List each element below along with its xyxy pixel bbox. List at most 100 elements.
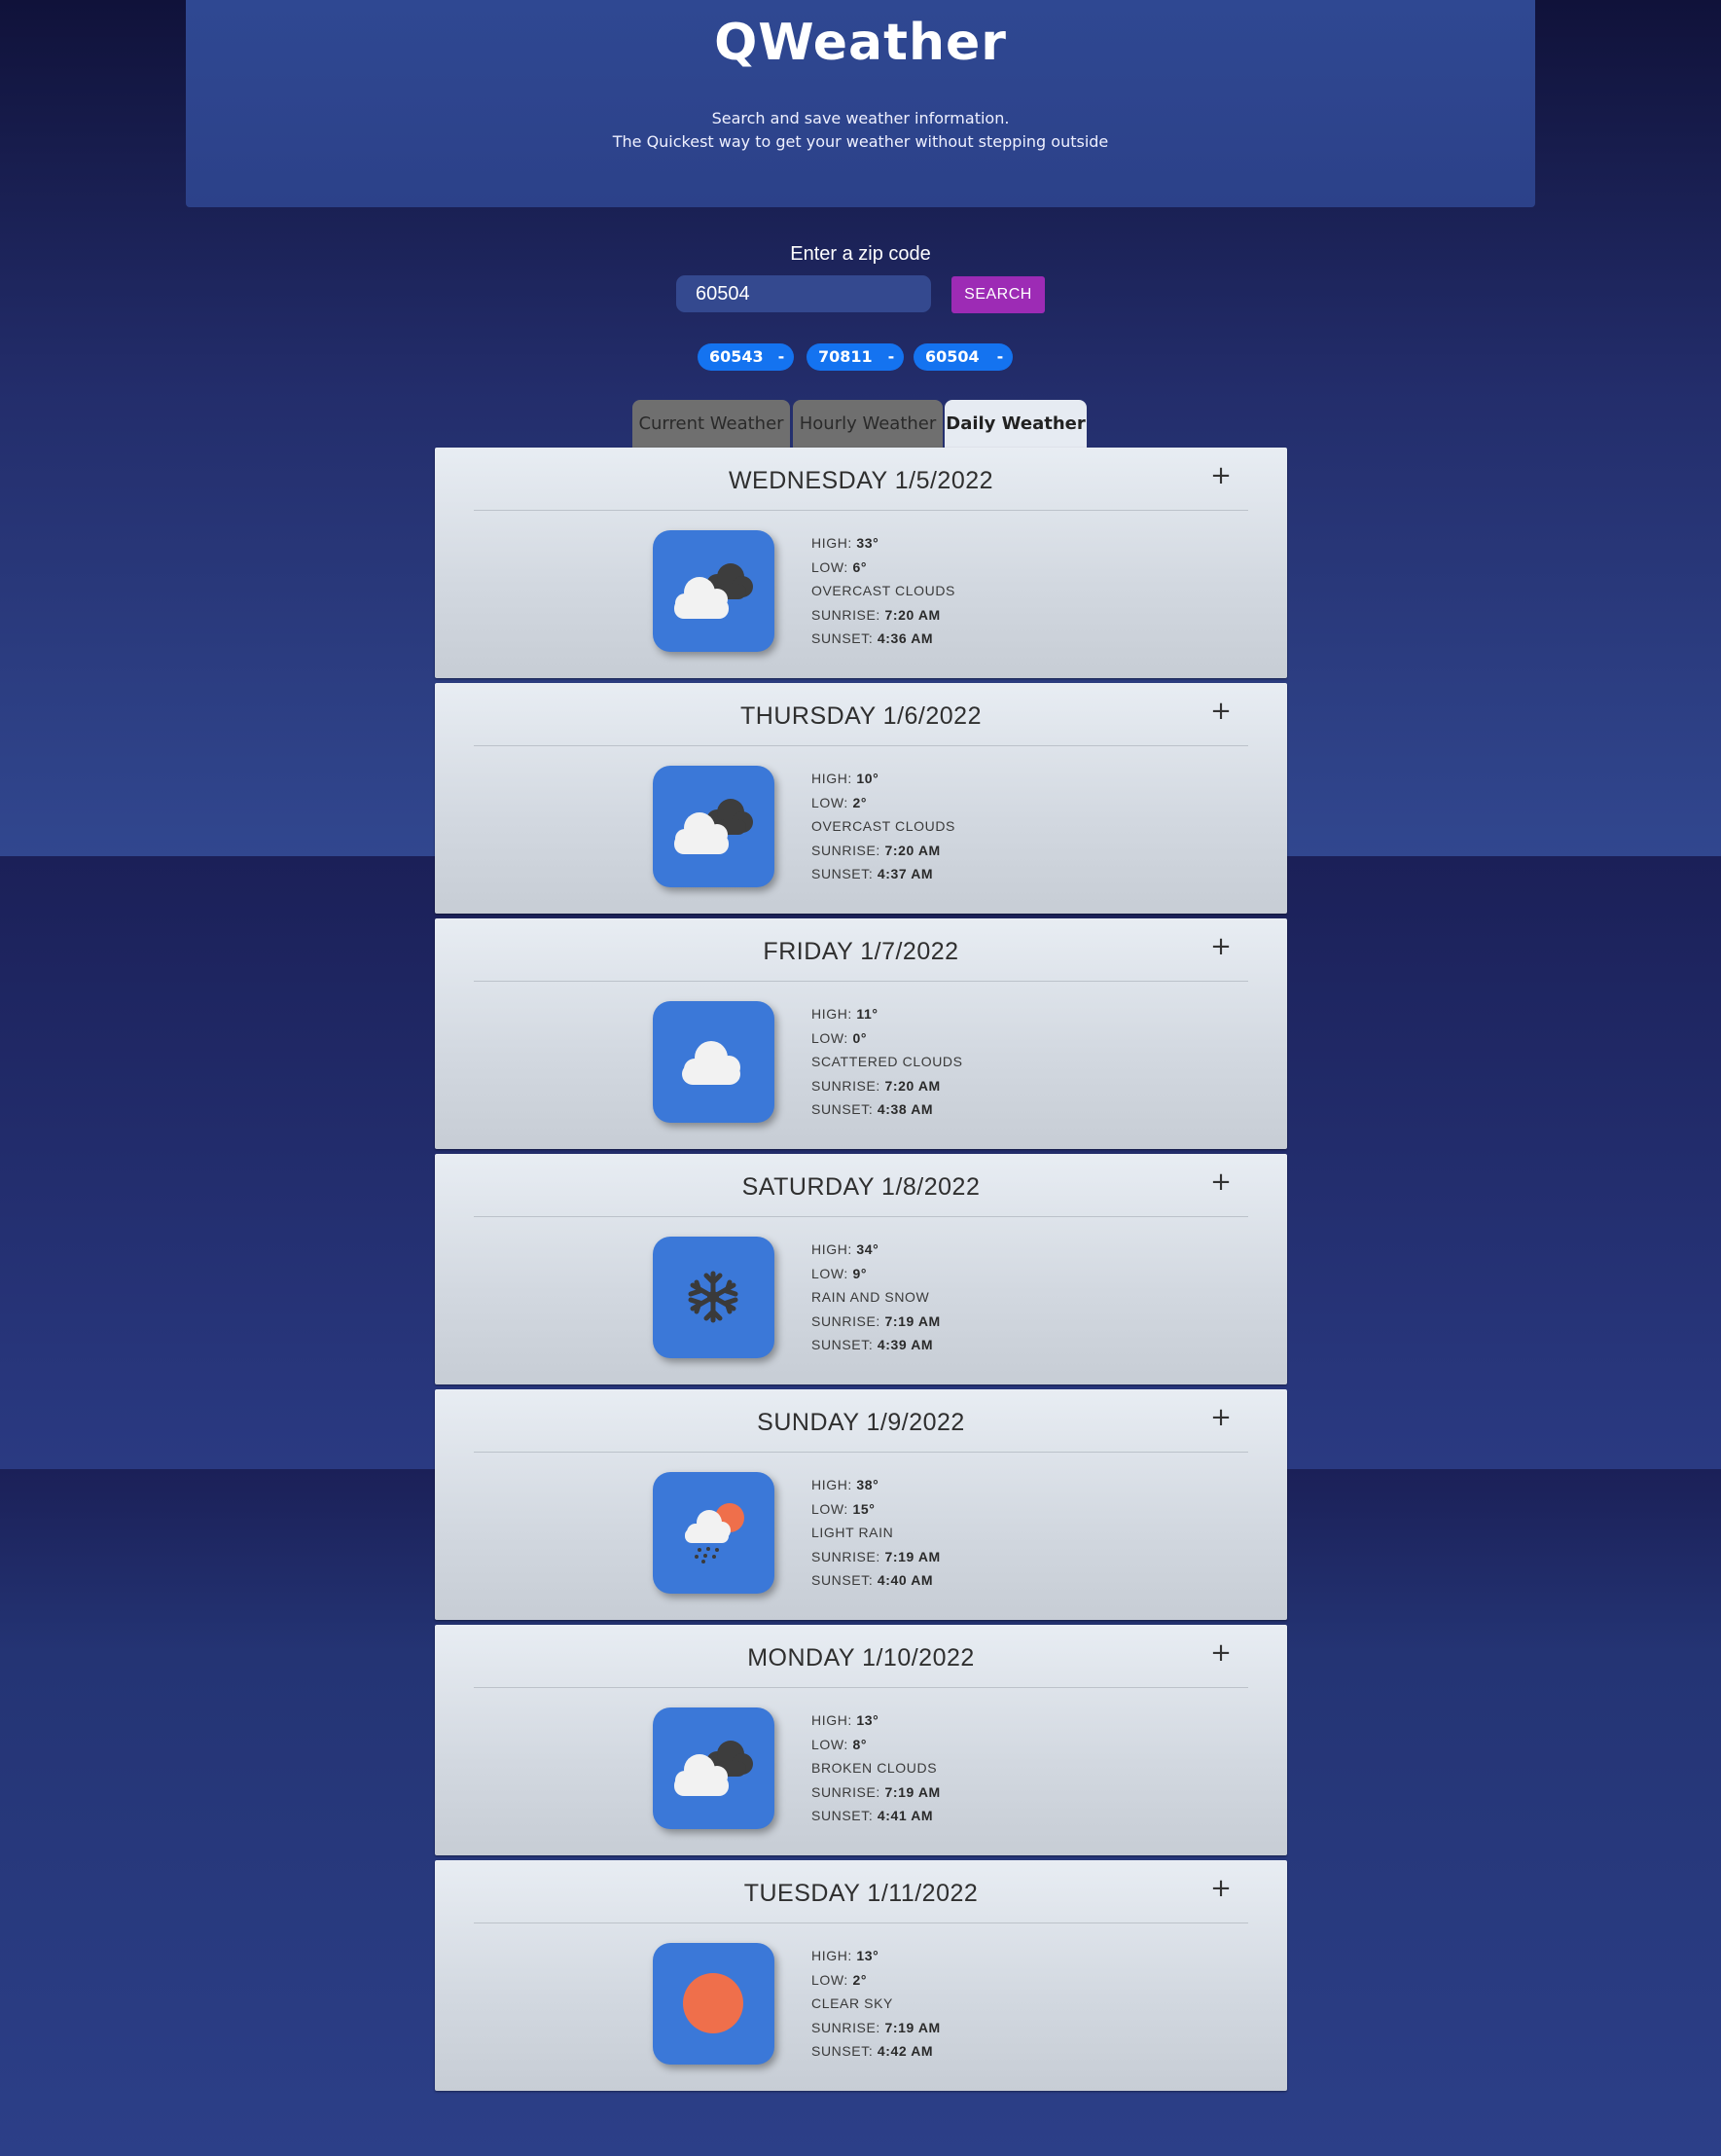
sunset-label: SUNSET:	[811, 1808, 874, 1823]
sunrise-time: 7:19 AM	[884, 1548, 941, 1564]
day-title: WEDNESDAY 1/5/2022	[728, 467, 994, 494]
expand-toggle-icon[interactable]: +	[1209, 461, 1233, 490]
clear-sky-sun-icon	[653, 1943, 774, 2065]
low-label: LOW:	[811, 558, 848, 575]
expand-toggle-icon[interactable]: +	[1209, 1168, 1233, 1197]
remove-zip-button[interactable]: -	[878, 343, 904, 371]
sunrise-time: 7:19 AM	[884, 1783, 941, 1800]
zip-code-label: Enter a zip code	[790, 243, 931, 265]
overcast-clouds-icon	[653, 766, 774, 887]
sunrise-label: SUNRISE:	[811, 1548, 880, 1564]
divider	[474, 1452, 1248, 1453]
sunset-label: SUNSET:	[811, 2043, 874, 2059]
divider	[474, 1216, 1248, 1217]
sunset-label: SUNSET:	[811, 866, 874, 881]
forecast-details: HIGH: 33° LOW: 6° OVERCAST CLOUDS SUNRIS…	[811, 531, 955, 651]
tab-daily-weather[interactable]: Daily Weather	[945, 400, 1087, 448]
high-label: HIGH:	[811, 1241, 852, 1257]
tagline-line-2: The Quickest way to get your weather wit…	[612, 132, 1109, 151]
low-temp: 8°	[852, 1736, 868, 1752]
high-temp: 11°	[856, 1006, 878, 1022]
low-temp: 2°	[852, 1971, 868, 1988]
high-label: HIGH:	[811, 771, 852, 786]
high-temp: 33°	[856, 535, 879, 551]
sunrise-time: 7:19 AM	[884, 2019, 941, 2035]
saved-zip-label[interactable]: 60543	[698, 343, 769, 371]
high-temp: 10°	[856, 771, 879, 786]
daily-forecast-card: MONDAY 1/10/2022 + HIGH: 13° LOW: 8° BRO…	[435, 1625, 1287, 1855]
tab-current-weather[interactable]: Current Weather	[632, 400, 790, 448]
forecast-details: HIGH: 10° LOW: 2° OVERCAST CLOUDS SUNRIS…	[811, 767, 955, 886]
high-temp: 34°	[856, 1241, 879, 1257]
saved-zip-pill[interactable]: 60543 -	[698, 343, 794, 371]
day-title: SATURDAY 1/8/2022	[741, 1173, 981, 1201]
low-temp: 0°	[852, 1029, 868, 1046]
low-label: LOW:	[811, 1736, 848, 1752]
sunrise-label: SUNRISE:	[811, 842, 880, 858]
expand-toggle-icon[interactable]: +	[1209, 697, 1233, 726]
sunset-time: 4:39 AM	[877, 1337, 934, 1352]
forecast-details: HIGH: 34° LOW: 9° RAIN AND SNOW SUNRISE:…	[811, 1238, 941, 1357]
sunrise-label: SUNRISE:	[811, 1783, 880, 1800]
forecast-details: HIGH: 38° LOW: 15° LIGHT RAIN SUNRISE: 7…	[811, 1473, 941, 1593]
sunrise-label: SUNRISE:	[811, 606, 880, 623]
expand-toggle-icon[interactable]: +	[1209, 1638, 1233, 1668]
sunrise-label: SUNRISE:	[811, 1312, 880, 1329]
day-title: TUESDAY 1/11/2022	[743, 1880, 979, 1907]
saved-zip-pill[interactable]: 60504 -	[914, 343, 1013, 371]
forecast-details: HIGH: 13° LOW: 2° CLEAR SKY SUNRISE: 7:1…	[811, 1944, 941, 2064]
daily-forecast-card: FRIDAY 1/7/2022 + HIGH: 11° LOW: 0° SCAT…	[435, 918, 1287, 1149]
low-label: LOW:	[811, 1971, 848, 1988]
weather-description: SCATTERED CLOUDS	[811, 1054, 963, 1069]
low-temp: 6°	[852, 558, 868, 575]
low-temp: 9°	[852, 1265, 868, 1281]
expand-toggle-icon[interactable]: +	[1209, 1874, 1233, 1903]
saved-zip-pill[interactable]: 70811 -	[807, 343, 904, 371]
daily-forecast-card: WEDNESDAY 1/5/2022 + HIGH: 33° LOW: 6° O…	[435, 448, 1287, 678]
app-title: QWeather	[714, 14, 1007, 72]
tagline-line-1: Search and save weather information.	[711, 109, 1010, 127]
day-title: MONDAY 1/10/2022	[747, 1644, 975, 1671]
day-title: SUNDAY 1/9/2022	[757, 1409, 965, 1436]
sunset-label: SUNSET:	[811, 1337, 874, 1352]
daily-forecast-card: TUESDAY 1/11/2022 + HIGH: 13° LOW: 2° CL…	[435, 1860, 1287, 2091]
sunrise-time: 7:20 AM	[884, 1077, 941, 1094]
sunrise-time: 7:19 AM	[884, 1312, 941, 1329]
weather-description: OVERCAST CLOUDS	[811, 583, 955, 598]
search-button[interactable]: SEARCH	[951, 276, 1045, 313]
forecast-details: HIGH: 13° LOW: 8° BROKEN CLOUDS SUNRISE:…	[811, 1708, 941, 1828]
high-label: HIGH:	[811, 1477, 852, 1492]
weather-description: CLEAR SKY	[811, 1995, 893, 2011]
high-temp: 13°	[856, 1712, 879, 1728]
sunset-time: 4:36 AM	[877, 630, 934, 646]
divider	[474, 510, 1248, 511]
sunset-time: 4:38 AM	[877, 1101, 934, 1117]
zip-code-input[interactable]	[676, 275, 931, 312]
daily-forecast-card: THURSDAY 1/6/2022 + HIGH: 10° LOW: 2° OV…	[435, 683, 1287, 914]
sunset-time: 4:37 AM	[877, 866, 934, 881]
expand-toggle-icon[interactable]: +	[1209, 1403, 1233, 1432]
high-label: HIGH:	[811, 1948, 852, 1963]
weather-description: LIGHT RAIN	[811, 1525, 894, 1540]
saved-zip-label[interactable]: 60504	[914, 343, 987, 371]
sunset-label: SUNSET:	[811, 1101, 874, 1117]
day-title: FRIDAY 1/7/2022	[763, 938, 959, 965]
sunrise-time: 7:20 AM	[884, 606, 941, 623]
low-label: LOW:	[811, 1500, 848, 1517]
remove-zip-button[interactable]: -	[987, 343, 1013, 371]
divider	[474, 745, 1248, 746]
sunset-label: SUNSET:	[811, 630, 874, 646]
low-label: LOW:	[811, 1029, 848, 1046]
overcast-clouds-icon	[653, 530, 774, 652]
weather-description: BROKEN CLOUDS	[811, 1760, 938, 1776]
weather-description: OVERCAST CLOUDS	[811, 818, 955, 834]
remove-zip-button[interactable]: -	[769, 343, 794, 371]
expand-toggle-icon[interactable]: +	[1209, 932, 1233, 961]
tab-hourly-weather[interactable]: Hourly Weather	[793, 400, 943, 448]
day-title: THURSDAY 1/6/2022	[740, 702, 982, 730]
saved-zip-label[interactable]: 70811	[807, 343, 878, 371]
broken-clouds-icon	[653, 1707, 774, 1829]
high-label: HIGH:	[811, 1712, 852, 1728]
sunset-time: 4:41 AM	[877, 1808, 934, 1823]
high-temp: 13°	[856, 1948, 879, 1963]
